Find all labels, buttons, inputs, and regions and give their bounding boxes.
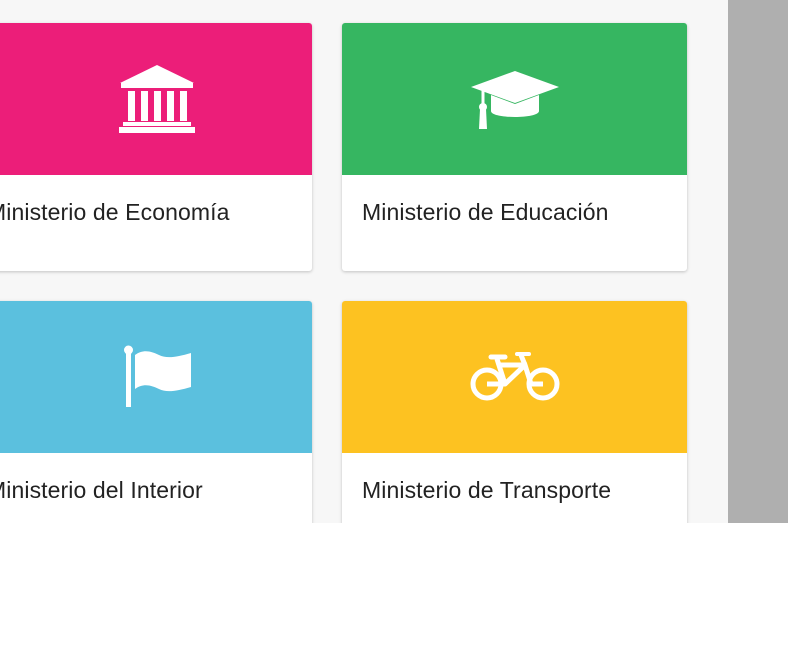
flag-icon [123, 345, 191, 407]
ministry-card-interior[interactable]: Ministerio del Interior [0, 301, 312, 523]
card-title: Ministerio del Interior [0, 477, 203, 503]
ministry-card-economia[interactable]: Ministerio de Economía [0, 23, 312, 271]
bank-icon [118, 65, 195, 133]
content-area: Ministerio de Economía Ministerio de Edu… [0, 0, 728, 523]
card-banner [0, 301, 312, 453]
card-banner [342, 23, 687, 175]
graduation-cap-icon [470, 71, 559, 129]
scrollbar[interactable] [728, 0, 788, 523]
ministry-card-educacion[interactable]: Ministerio de Educación [342, 23, 687, 271]
ministry-card-transporte[interactable]: Ministerio de Transporte [342, 301, 687, 523]
card-title: Ministerio de Economía [0, 199, 230, 225]
blank-area [0, 523, 788, 651]
card-banner [0, 23, 312, 175]
bicycle-icon [470, 352, 559, 401]
card-title: Ministerio de Transporte [362, 477, 612, 503]
card-banner [342, 301, 687, 453]
card-title: Ministerio de Educación [362, 199, 609, 225]
